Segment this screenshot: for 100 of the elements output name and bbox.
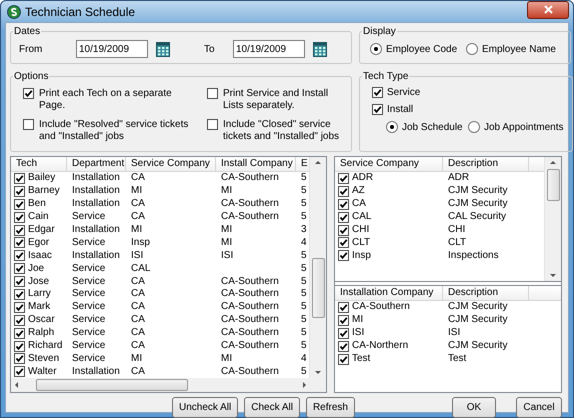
radio-label[interactable]: Job Appointments [484, 122, 564, 132]
table-cell-text: 4 [300, 236, 308, 249]
checkbox[interactable] [14, 212, 25, 223]
checkbox[interactable] [338, 314, 349, 326]
checkbox[interactable] [338, 250, 349, 262]
radio-button[interactable] [386, 121, 398, 133]
table-cell: Joe [28, 262, 44, 275]
table-cell: AZ [352, 185, 365, 198]
table-cell-text: CA-Southern [220, 366, 280, 378]
checkbox[interactable] [14, 250, 25, 262]
table-cell-text: CA [130, 172, 146, 184]
checkbox[interactable] [207, 119, 218, 130]
checkbox[interactable] [14, 172, 25, 184]
table-cell-text: CA [130, 211, 146, 224]
checkbox[interactable] [14, 263, 25, 274]
table-cell-text: 5 [300, 301, 308, 314]
checkbox[interactable] [14, 276, 25, 288]
checkbox[interactable] [23, 119, 34, 130]
checkbox-label[interactable]: Install [387, 104, 414, 115]
radio-button[interactable] [466, 43, 478, 55]
column-header[interactable]: Description [443, 157, 529, 171]
table-cell-text: CA [130, 340, 146, 352]
table-cell-text: CA-Southern [220, 276, 280, 288]
checkbox-label[interactable]: Print each Tech on a separate Page. [39, 88, 198, 112]
dialog-button[interactable]: Cancel [516, 397, 562, 418]
column-header[interactable]: Service Company [335, 157, 443, 171]
checkbox-label[interactable]: Include "Resolved" service tickets and "Installed" jobs [39, 119, 198, 143]
checkbox[interactable] [338, 198, 349, 210]
table-cell: Richard [28, 340, 62, 352]
list-action-button[interactable]: Refresh [306, 397, 355, 418]
checkbox[interactable] [338, 172, 349, 184]
checkbox[interactable] [207, 88, 218, 99]
calendar-icon[interactable] [156, 42, 170, 56]
radio-button[interactable] [468, 121, 480, 133]
checkbox[interactable] [14, 353, 25, 364]
list-action-button[interactable]: Uncheck All [172, 397, 238, 418]
radio-label[interactable]: Employee Name [482, 44, 556, 54]
table-cell-text: Service [71, 236, 106, 249]
table-cell: Steven [28, 352, 60, 365]
table-cell-text: CA [130, 301, 146, 314]
checkbox[interactable] [338, 186, 349, 197]
table-cell-text: Service [71, 262, 106, 275]
list-action-button[interactable]: Check All [244, 397, 300, 418]
table-cell-text: ISI [447, 327, 462, 340]
table-cell: Insp [352, 250, 371, 262]
checkbox-label[interactable]: Include "Closed" service tickets and "Installed" jobs [223, 119, 343, 143]
checkbox[interactable] [23, 88, 34, 99]
table-cell-text: ISI [130, 250, 144, 262]
checkbox[interactable] [338, 237, 349, 248]
checkbox-label[interactable]: Service [387, 87, 420, 98]
table-cell: Mark [28, 301, 50, 314]
table-cell-text: CA-Southern [220, 327, 280, 340]
table-cell-text: Service [71, 288, 106, 300]
checkbox[interactable] [338, 340, 349, 352]
date-field[interactable]: 10/19/2009 [76, 40, 148, 58]
table-cell-text: ISI [220, 250, 234, 262]
checkbox[interactable] [338, 212, 349, 223]
column-header[interactable]: Service Company [126, 157, 216, 171]
checkbox[interactable] [14, 314, 25, 326]
horizontal-scrollbar[interactable] [11, 378, 326, 392]
column-header[interactable]: Description [443, 286, 529, 300]
checkbox[interactable] [14, 198, 25, 210]
close-icon[interactable] [544, 5, 552, 14]
column-header[interactable]: Department [67, 157, 126, 171]
table-cell-text: ADR [447, 172, 470, 184]
checkbox[interactable] [14, 224, 25, 236]
table-cell: CHI [352, 224, 370, 236]
table-cell-text: MI [130, 224, 144, 236]
group-title: Dates [13, 26, 42, 37]
vertical-scrollbar[interactable] [309, 157, 326, 378]
calendar-icon[interactable] [313, 42, 327, 56]
checkbox[interactable] [14, 186, 25, 197]
dialog-button[interactable]: OK [452, 397, 496, 418]
checkbox[interactable] [338, 224, 349, 236]
column-header[interactable]: Tech [11, 157, 67, 171]
checkbox-label[interactable]: Print Service and Install Lists separately. [223, 88, 343, 112]
date-field[interactable]: 10/19/2009 [233, 40, 305, 58]
radio-label[interactable]: Employee Code [386, 44, 458, 54]
close-button[interactable] [527, 0, 569, 18]
table-cell-text: 5 [300, 211, 308, 224]
table-cell-text: CA [130, 288, 146, 300]
checkbox[interactable] [338, 302, 349, 313]
column-header[interactable]: Installation Company [335, 286, 443, 300]
checkbox[interactable] [14, 340, 25, 352]
vertical-scrollbar[interactable] [544, 157, 561, 281]
column-header[interactable]: Install Company [216, 157, 296, 171]
radio-button[interactable] [370, 43, 382, 55]
checkbox[interactable] [14, 366, 25, 378]
checkbox[interactable] [372, 104, 383, 115]
checkbox[interactable] [372, 87, 383, 98]
checkbox[interactable] [338, 328, 349, 339]
checkbox[interactable] [14, 237, 25, 248]
checkbox[interactable] [14, 302, 25, 313]
table-cell-text: 5 [300, 250, 308, 262]
checkbox[interactable] [14, 328, 25, 339]
checkbox[interactable] [338, 354, 349, 364]
radio-label[interactable]: Job Schedule [402, 122, 463, 132]
group-title: Options [13, 71, 50, 82]
table-cell-text: MI [130, 185, 144, 198]
checkbox[interactable] [14, 288, 25, 300]
